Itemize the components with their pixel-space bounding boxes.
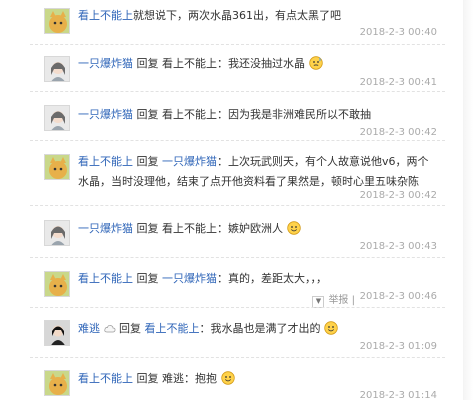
comment-item: 看上不能上 回复 一只爆炸猫：上次玩武则天，有个人故意说他v6，两个水晶，当时没… <box>30 142 445 206</box>
comment-body: 看上不能上 回复 一只爆炸猫：上次玩武则天，有个人故意说他v6，两个水晶，当时没… <box>78 152 439 192</box>
comment-item: 难逃 回复 看上不能上：我水晶也是满了才出的 2018-2-3 01:09 <box>30 309 445 358</box>
comment-text: ：我还没抽过水晶 <box>217 57 305 70</box>
divider <box>30 91 445 92</box>
girl-avatar[interactable] <box>44 220 70 246</box>
comment-item: 看上不能上 回复 一只爆炸猫：真的，差距太大，，， ▼ 举报 | 2018-2-3… <box>30 259 445 308</box>
girl-avatar[interactable] <box>44 56 70 82</box>
reply-label: 回复 <box>133 222 162 235</box>
comment-item: 一只爆炸猫 回复 看上不能上：嫉妒欧洲人 2018-2-3 00:43 <box>30 207 445 258</box>
comment-text: 就想说下，两次水晶361出，有点太黑了吧 <box>133 9 341 22</box>
smile-emoji <box>324 321 338 335</box>
reply-target[interactable]: 难逃 <box>162 372 184 385</box>
reply-target[interactable]: 一只爆炸猫 <box>162 272 217 285</box>
comment-item: 一只爆炸猫 回复 看上不能上：我还没抽过水晶 2018-2-3 00:41 <box>30 46 445 92</box>
comment-body: 看上不能上 回复 一只爆炸猫：真的，差距太大，，， <box>78 269 439 289</box>
reply-label: 回复 <box>115 322 145 335</box>
comment-author-link[interactable]: 一只爆炸猫 <box>78 57 133 70</box>
divider <box>30 140 445 141</box>
cat-avatar[interactable] <box>44 8 70 34</box>
smile-emoji <box>220 371 235 385</box>
comment-body: 一只爆炸猫 回复 看上不能上：因为我是非洲难民所以不敢抽 <box>78 105 439 125</box>
reply-target[interactable]: 一只爆炸猫 <box>162 155 217 168</box>
comment-body: 难逃 回复 看上不能上：我水晶也是满了才出的 <box>78 319 439 341</box>
reply-label: 回复 <box>133 57 162 70</box>
report-action[interactable]: ▼ 举报 | <box>312 291 355 308</box>
comment-time: 2018-2-3 00:42 <box>359 127 437 138</box>
smile-emoji <box>286 221 301 235</box>
divider <box>30 44 445 45</box>
divider <box>30 307 445 308</box>
reply-label: 回复 <box>133 372 162 385</box>
cat-avatar[interactable] <box>44 271 70 297</box>
comment-author-link[interactable]: 一只爆炸猫 <box>78 108 133 121</box>
girl-avatar[interactable] <box>44 105 70 131</box>
comment-text: ：因为我是非洲难民所以不敢抽 <box>217 108 371 121</box>
comment-body: 一只爆炸猫 回复 看上不能上：我还没抽过水晶 <box>78 54 439 74</box>
comment-text: ：嫉妒欧洲人 <box>217 222 283 235</box>
comment-list: 看上不能上就想说下，两次水晶361出，有点太黑了吧 2018-2-3 00:40… <box>0 0 464 400</box>
comment-text: ：抱抱 <box>184 372 217 385</box>
divider <box>30 257 445 258</box>
comment-author-link[interactable]: 看上不能上 <box>78 9 133 22</box>
comment-time: 2018-2-3 00:42 <box>359 190 437 201</box>
comment-author-link[interactable]: 看上不能上 <box>78 372 133 385</box>
reply-target[interactable]: 看上不能上 <box>162 108 217 121</box>
comment-author-link[interactable]: 一只爆炸猫 <box>78 222 133 235</box>
comment-time: 2018-2-3 00:46 <box>359 291 437 302</box>
comment-text: ：我水晶也是满了才出的 <box>199 322 321 335</box>
comment-body: 看上不能上 回复 难逃：抱抱 <box>78 369 439 389</box>
reply-label: 回复 <box>133 155 162 168</box>
comment-body: 一只爆炸猫 回复 看上不能上：嫉妒欧洲人 <box>78 219 439 239</box>
comment-time: 2018-2-3 01:09 <box>359 341 437 352</box>
comment-time: 2018-2-3 00:41 <box>359 77 437 88</box>
comment-author-link[interactable]: 看上不能上 <box>78 272 133 285</box>
comment-author-link[interactable]: 看上不能上 <box>78 155 133 168</box>
comment-item: 一只爆炸猫 回复 看上不能上：因为我是非洲难民所以不敢抽 2018-2-3 00… <box>30 93 445 141</box>
comment-item: 看上不能上 回复 难逃：抱抱 2018-2-3 01:14 <box>30 359 445 400</box>
divider <box>30 205 445 206</box>
report-label[interactable]: 举报 <box>328 295 348 306</box>
comment-body: 看上不能上就想说下，两次水晶361出，有点太黑了吧 <box>78 6 439 26</box>
reply-target[interactable]: 看上不能上 <box>162 57 217 70</box>
comment-item: 看上不能上就想说下，两次水晶361出，有点太黑了吧 2018-2-3 00:40 <box>30 0 445 45</box>
reply-label: 回复 <box>133 272 162 285</box>
dark-avatar[interactable] <box>44 320 70 346</box>
comment-time: 2018-2-3 01:14 <box>359 390 437 400</box>
cat-avatar[interactable] <box>44 370 70 396</box>
comment-text: ：真的，差距太大，，， <box>217 272 327 285</box>
comment-time: 2018-2-3 00:40 <box>359 27 437 38</box>
cloud-badge <box>103 321 116 341</box>
reply-target[interactable]: 看上不能上 <box>145 322 200 335</box>
divider <box>30 357 445 358</box>
cat-avatar[interactable] <box>44 154 70 180</box>
separator: | <box>348 295 355 306</box>
sweat-emoji <box>308 56 323 70</box>
reply-target[interactable]: 看上不能上 <box>162 222 217 235</box>
comment-time: 2018-2-3 00:43 <box>359 241 437 252</box>
comment-author-link[interactable]: 难逃 <box>78 322 100 335</box>
reply-label: 回复 <box>133 108 162 121</box>
scrollbar-track[interactable] <box>463 0 473 400</box>
